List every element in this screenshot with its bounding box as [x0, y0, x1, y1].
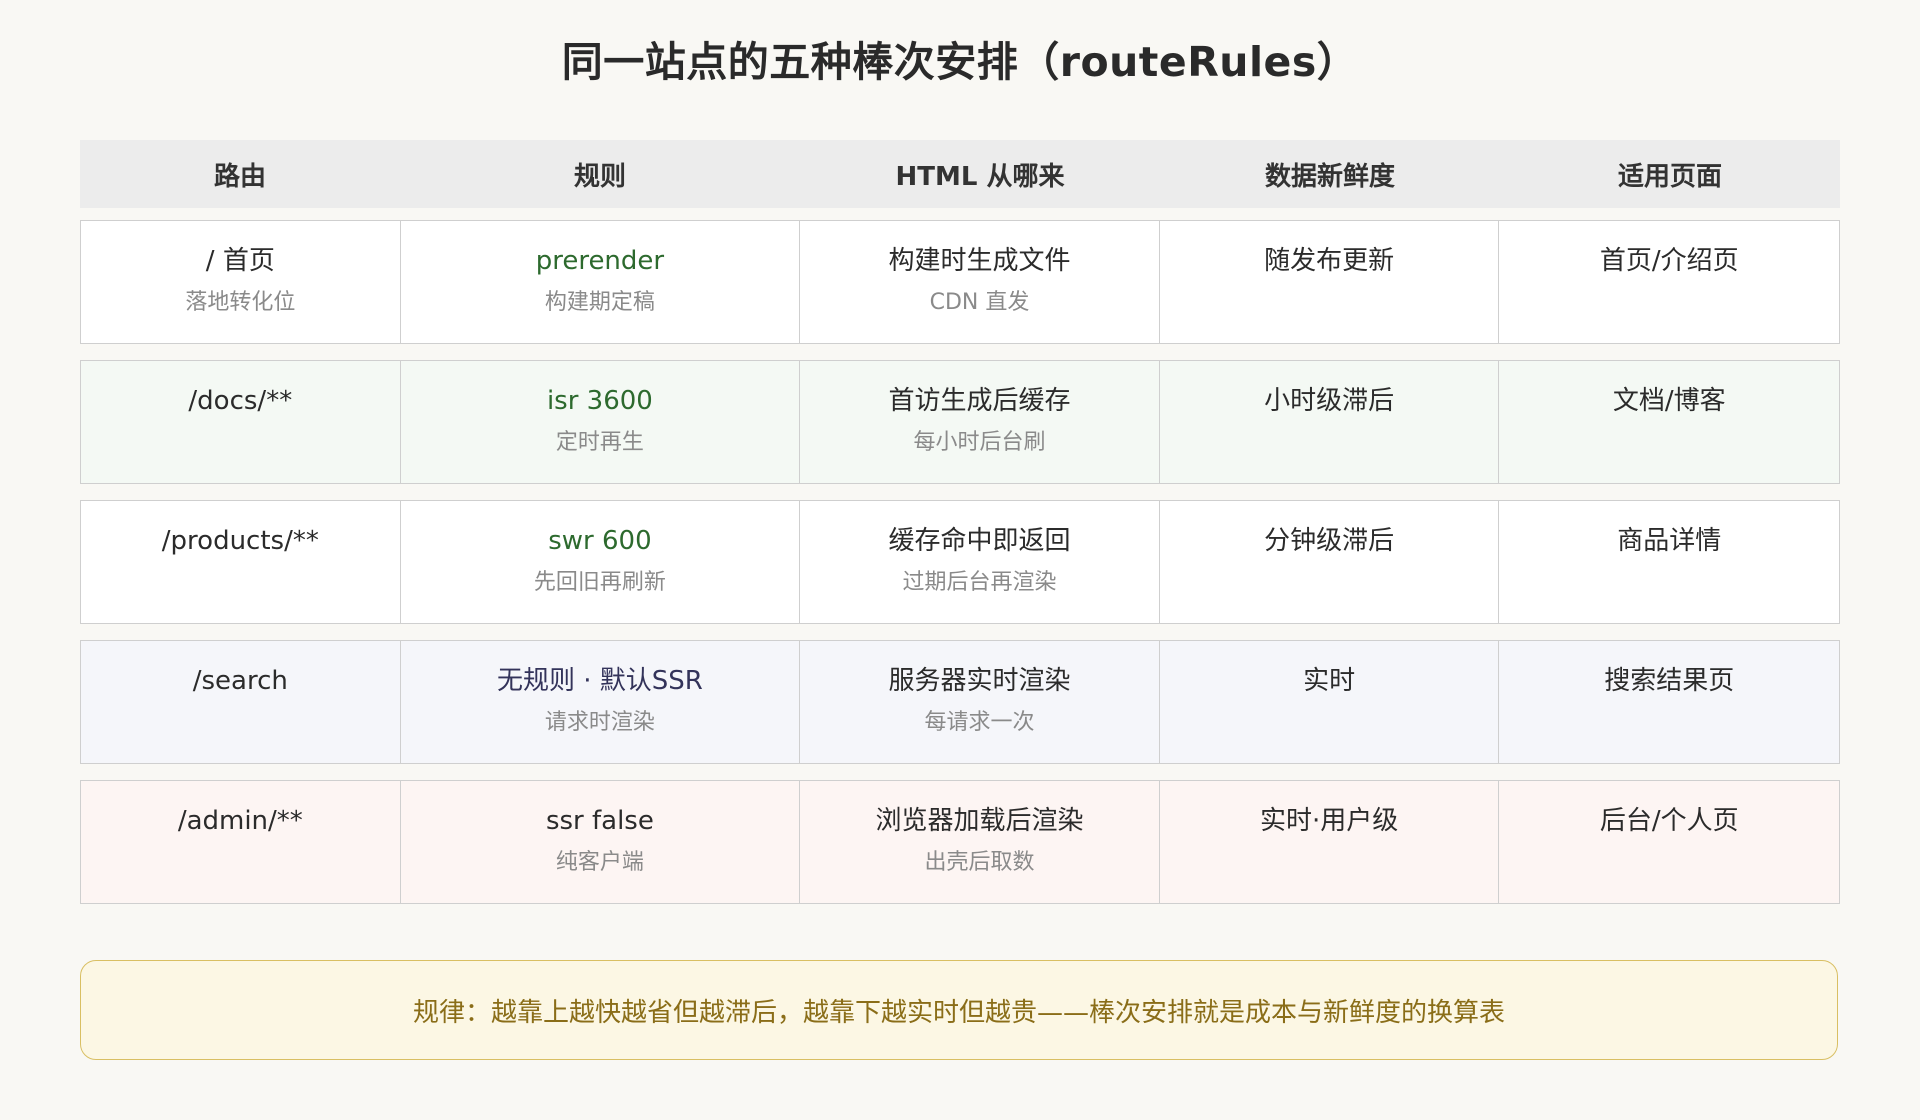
page-title: 同一站点的五种棒次安排（routeRules） [561, 38, 1359, 86]
route-path: /search [192, 666, 288, 696]
page: 同一站点的五种棒次安排（routeRules） 路由 规则 HTML 从哪来 数… [0, 0, 1920, 1120]
header-route: 路由 [213, 161, 266, 192]
freshness-value: 小时级滞后 [1264, 386, 1395, 416]
rule-name: swr 600 [548, 526, 652, 556]
table-row: /products/** swr 600 先回旧再刷新 缓存命中即返回 过期后台… [80, 500, 1840, 624]
source-sub: 过期后台再渲染 [902, 570, 1057, 595]
rule-sub: 请求时渲染 [544, 710, 655, 735]
freshness-cell: 小时级滞后 [1160, 361, 1500, 483]
source-cell: 缓存命中即返回 过期后台再渲染 [800, 501, 1160, 623]
table-header: 路由 规则 HTML 从哪来 数据新鲜度 适用页面 [80, 140, 1840, 208]
source-main: 浏览器加载后渲染 [875, 806, 1084, 836]
source-sub: 出壳后取数 [924, 850, 1035, 875]
rule-cell: 无规则 · 默认SSR 请求时渲染 [401, 641, 801, 763]
route-path: /admin/** [177, 806, 303, 836]
source-sub: CDN 直发 [929, 290, 1030, 315]
rule-name: 无规则 · 默认SSR [496, 666, 703, 696]
header-rule: 规则 [573, 161, 626, 192]
source-main: 服务器实时渲染 [888, 666, 1071, 696]
source-cell: 浏览器加载后渲染 出壳后取数 [800, 781, 1160, 903]
rule-name: ssr false [545, 806, 654, 836]
source-cell: 服务器实时渲染 每请求一次 [800, 641, 1160, 763]
rule-sub: 先回旧再刷新 [533, 570, 666, 595]
route-cell: /search [81, 641, 401, 763]
pages-cell: 文档/博客 [1499, 361, 1839, 483]
table-row: /search 无规则 · 默认SSR 请求时渲染 服务器实时渲染 每请求一次 … [80, 640, 1840, 764]
pages-value: 搜索结果页 [1604, 666, 1735, 696]
rule-cell: prerender 构建期定稿 [401, 221, 801, 343]
pages-cell: 商品详情 [1499, 501, 1839, 623]
table-row: /docs/** isr 3600 定时再生 首访生成后缓存 每小时后台刷 小时… [80, 360, 1840, 484]
pages-value: 商品详情 [1617, 526, 1722, 556]
freshness-value: 实时 [1303, 666, 1356, 696]
route-path: /products/** [161, 526, 319, 556]
rule-cell: swr 600 先回旧再刷新 [401, 501, 801, 623]
source-sub: 每小时后台刷 [913, 430, 1046, 455]
route-cell: /products/** [81, 501, 401, 623]
source-main: 构建时生成文件 [888, 246, 1071, 276]
rule-sub: 定时再生 [555, 430, 644, 455]
table-row: / 首页 落地转化位 prerender 构建期定稿 构建时生成文件 CDN 直… [80, 220, 1840, 344]
source-sub: 每请求一次 [924, 710, 1035, 735]
summary-note: 规律：越靠上越快越省但越滞后，越靠下越实时但越贵——棒次安排就是成本与新鲜度的换… [80, 960, 1838, 1060]
pages-value: 后台/个人页 [1599, 806, 1739, 836]
source-main: 首访生成后缓存 [888, 386, 1071, 416]
pages-cell: 搜索结果页 [1499, 641, 1839, 763]
pages-cell: 后台/个人页 [1499, 781, 1839, 903]
header-source: HTML 从哪来 [895, 161, 1065, 192]
freshness-cell: 实时 [1160, 641, 1500, 763]
rule-cell: isr 3600 定时再生 [401, 361, 801, 483]
freshness-value: 分钟级滞后 [1264, 526, 1395, 556]
source-cell: 首访生成后缓存 每小时后台刷 [800, 361, 1160, 483]
pages-cell: 首页/介绍页 [1499, 221, 1839, 343]
rule-name: isr 3600 [546, 386, 653, 416]
header-freshness: 数据新鲜度 [1264, 161, 1395, 192]
header-pages: 适用页面 [1617, 161, 1722, 192]
freshness-cell: 实时·用户级 [1160, 781, 1500, 903]
source-main: 缓存命中即返回 [888, 526, 1071, 556]
freshness-value: 实时·用户级 [1259, 806, 1399, 836]
pages-value: 首页/介绍页 [1599, 246, 1739, 276]
source-cell: 构建时生成文件 CDN 直发 [800, 221, 1160, 343]
route-path: / 首页 [205, 246, 275, 276]
route-sub: 落地转化位 [185, 290, 296, 315]
route-path: /docs/** [188, 386, 293, 416]
freshness-value: 随发布更新 [1264, 246, 1395, 276]
route-cell: /docs/** [81, 361, 401, 483]
table-row: /admin/** ssr false 纯客户端 浏览器加载后渲染 出壳后取数 … [80, 780, 1840, 904]
pages-value: 文档/博客 [1612, 386, 1726, 416]
route-cell: / 首页 落地转化位 [81, 221, 401, 343]
rule-cell: ssr false 纯客户端 [401, 781, 801, 903]
freshness-cell: 随发布更新 [1160, 221, 1500, 343]
rule-sub: 纯客户端 [555, 850, 644, 875]
route-cell: /admin/** [81, 781, 401, 903]
rule-name: prerender [535, 246, 665, 276]
freshness-cell: 分钟级滞后 [1160, 501, 1500, 623]
rule-sub: 构建期定稿 [544, 290, 655, 315]
